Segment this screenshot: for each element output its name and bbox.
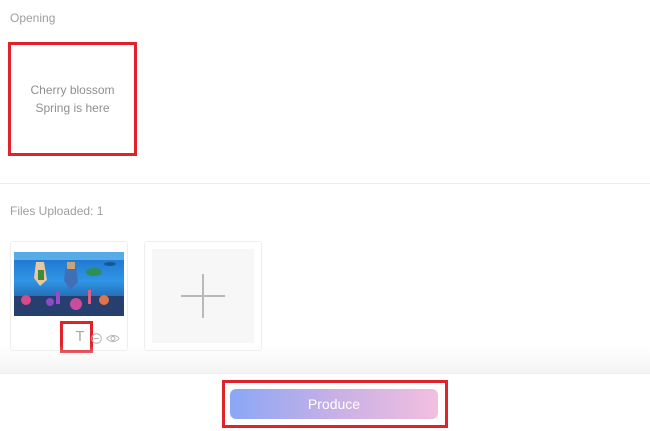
files-uploaded-label: Files Uploaded: 1	[10, 204, 104, 218]
opening-label: Opening	[10, 11, 56, 25]
opening-line-2: Spring is here	[35, 101, 110, 115]
file-thumbnail[interactable]	[14, 252, 124, 316]
add-file-area	[152, 249, 254, 343]
plus-icon	[181, 274, 225, 318]
opening-text-card[interactable]: Cherry blossom Spring is here	[8, 42, 137, 156]
opening-line-1: Cherry blossom	[30, 83, 115, 97]
underwater-scene-image	[14, 252, 124, 316]
section-divider	[0, 183, 650, 184]
scroll-fade	[0, 345, 650, 373]
produce-button[interactable]: Produce	[230, 389, 438, 419]
add-file-button[interactable]	[144, 241, 262, 351]
